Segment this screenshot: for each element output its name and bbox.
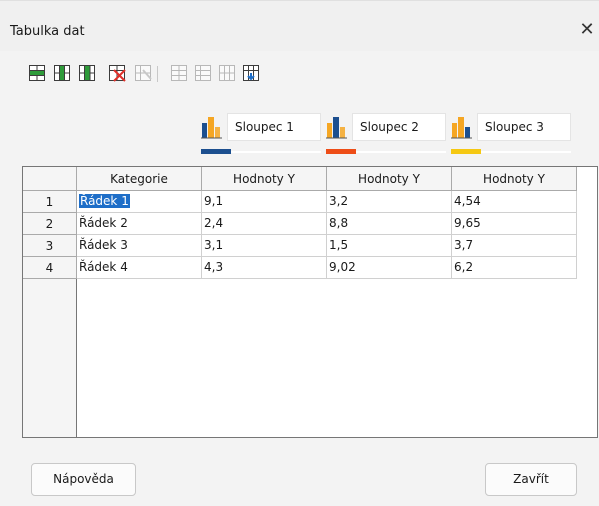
title-bar: Tabulka dat ✕ <box>0 0 599 51</box>
value-cell[interactable]: 6,2 <box>452 257 577 279</box>
value-cell[interactable]: 3,7 <box>452 235 577 257</box>
dialog-title: Tabulka dat <box>10 24 85 39</box>
move-row-up-icon[interactable] <box>170 64 188 82</box>
series-color-swatch <box>451 149 481 154</box>
bar-chart-icon <box>451 117 472 139</box>
bar-chart-icon <box>201 117 222 139</box>
value-cell[interactable]: 4,54 <box>452 191 577 213</box>
row-header[interactable]: 3 <box>23 235 77 257</box>
help-button[interactable]: Nápověda <box>31 463 136 496</box>
value-cell[interactable]: 9,1 <box>202 191 327 213</box>
insert-series-icon[interactable] <box>53 64 71 82</box>
insert-row-icon[interactable] <box>28 64 46 82</box>
value-cell[interactable]: 9,02 <box>327 257 452 279</box>
category-cell[interactable]: Řádek 1 <box>77 191 202 213</box>
value-cell[interactable]: 4,3 <box>202 257 327 279</box>
column-header[interactable]: Hodnoty Y <box>202 167 327 191</box>
move-series-right-icon[interactable] <box>242 64 260 82</box>
value-cell[interactable]: 3,1 <box>202 235 327 257</box>
series-name-field[interactable]: Sloupec 2 <box>352 113 446 141</box>
series-color-swatch <box>326 149 356 154</box>
data-table-dialog: Tabulka dat ✕ Sloupec 1 Sloupec 2 Sloupe… <box>0 0 599 506</box>
data-grid[interactable]: Kategorie Hodnoty Y Hodnoty Y Hodnoty Y … <box>22 166 598 438</box>
series-underline <box>231 151 321 153</box>
value-cell[interactable]: 3,2 <box>327 191 452 213</box>
value-cell[interactable]: 1,5 <box>327 235 452 257</box>
column-header[interactable]: Kategorie <box>77 167 202 191</box>
value-cell[interactable]: 2,4 <box>202 213 327 235</box>
cell-text: Řádek 1 <box>79 194 130 208</box>
insert-text-column-icon[interactable] <box>78 64 96 82</box>
category-cell[interactable]: Řádek 2 <box>77 213 202 235</box>
series-color-swatch <box>201 149 231 154</box>
close-icon[interactable]: ✕ <box>578 21 596 39</box>
delete-series-icon[interactable] <box>134 64 152 82</box>
bar-chart-icon <box>326 117 347 139</box>
series-underline <box>481 151 571 153</box>
move-row-down-icon[interactable] <box>194 64 212 82</box>
series-name-field[interactable]: Sloupec 1 <box>227 113 321 141</box>
series-underline <box>356 151 446 153</box>
column-header[interactable]: Hodnoty Y <box>452 167 577 191</box>
row-header-filler <box>23 279 77 437</box>
toolbar-separator <box>157 66 158 82</box>
close-button[interactable]: Zavřít <box>485 463 577 496</box>
corner-header <box>23 167 77 191</box>
category-cell[interactable]: Řádek 4 <box>77 257 202 279</box>
row-header[interactable]: 4 <box>23 257 77 279</box>
move-series-left-icon[interactable] <box>218 64 236 82</box>
value-cell[interactable]: 9,65 <box>452 213 577 235</box>
delete-row-icon[interactable] <box>108 64 126 82</box>
row-header[interactable]: 1 <box>23 191 77 213</box>
series-name-field[interactable]: Sloupec 3 <box>477 113 571 141</box>
row-header[interactable]: 2 <box>23 213 77 235</box>
category-cell[interactable]: Řádek 3 <box>77 235 202 257</box>
column-header[interactable]: Hodnoty Y <box>327 167 452 191</box>
value-cell[interactable]: 8,8 <box>327 213 452 235</box>
